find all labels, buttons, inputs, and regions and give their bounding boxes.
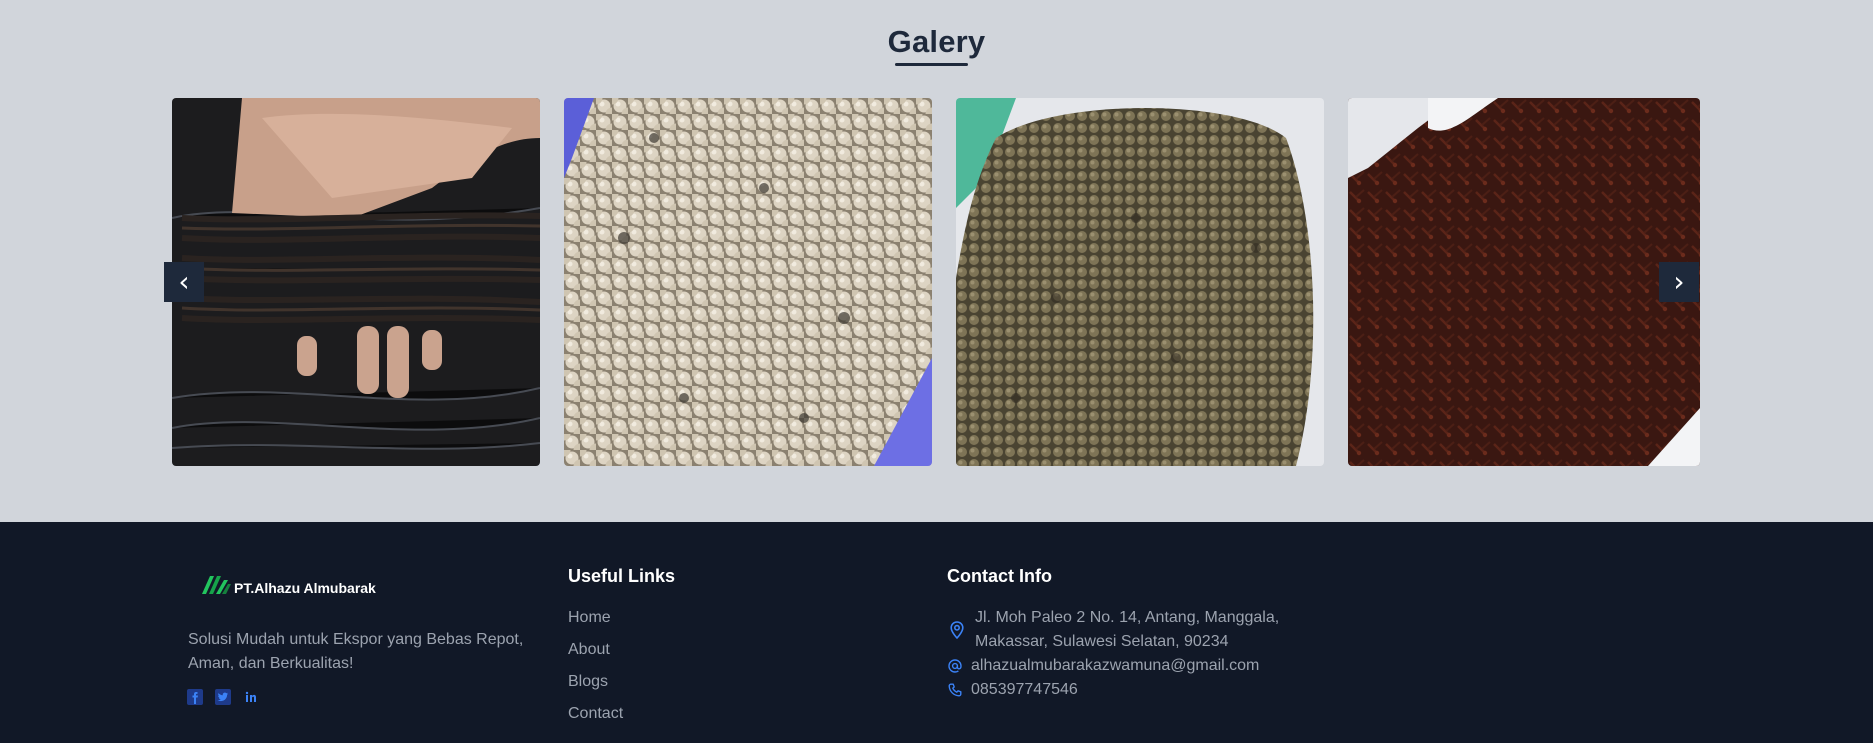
carousel-next-button[interactable]: › (1659, 262, 1699, 302)
footer-brand[interactable]: PT.Alhazu Almubarak (200, 574, 376, 601)
contact-email-link[interactable]: alhazualmubarakazwamuna@gmail.com (971, 654, 1259, 678)
footer-link-about[interactable]: About (568, 638, 623, 670)
company-logo-icon (200, 574, 232, 601)
contact-address: Jl. Moh Paleo 2 No. 14, Antang, Manggala… (975, 609, 1280, 650)
gallery-section: Galery ‹ › (0, 0, 1873, 522)
contact-phone-row: 085397747546 (947, 678, 1295, 702)
company-name: PT.Alhazu Almubarak (234, 579, 376, 596)
carousel-prev-button[interactable]: ‹ (164, 262, 204, 302)
footer-link-contact[interactable]: Contact (568, 702, 623, 734)
site-footer: PT.Alhazu Almubarak Solusi Mudah untuk E… (0, 522, 1873, 743)
contact-email-row: alhazualmubarakazwamuna@gmail.com (947, 654, 1295, 678)
social-links (187, 689, 259, 705)
at-sign-icon (947, 654, 963, 678)
contact-info: Jl. Moh Paleo 2 No. 14, Antang, Manggala… (947, 606, 1295, 702)
footer-link-home[interactable]: Home (568, 606, 623, 638)
linkedin-icon[interactable] (243, 689, 259, 705)
contact-info-title: Contact Info (947, 566, 1052, 586)
title-underline (895, 63, 968, 66)
footer-link-blogs[interactable]: Blogs (568, 670, 623, 702)
phone-icon (947, 678, 963, 702)
useful-links-nav: Home About Blogs Contact (568, 606, 623, 734)
gallery-title: Galery (887, 24, 986, 59)
twitter-icon[interactable] (215, 689, 231, 705)
gallery-carousel (172, 98, 1700, 466)
footer-tagline: Solusi Mudah untuk Ekspor yang Bebas Rep… (188, 631, 524, 672)
contact-address-row: Jl. Moh Paleo 2 No. 14, Antang, Manggala… (947, 606, 1295, 654)
gallery-image-vanilla[interactable] (172, 98, 540, 466)
useful-links-title: Useful Links (568, 566, 676, 586)
gallery-image-white-pepper[interactable] (564, 98, 932, 466)
location-pin-icon (947, 606, 967, 654)
gallery-image-cloves[interactable] (1348, 98, 1700, 466)
facebook-icon[interactable] (187, 689, 203, 705)
contact-phone-link[interactable]: 085397747546 (971, 678, 1078, 702)
gallery-image-pepper-seeds[interactable] (956, 98, 1324, 466)
